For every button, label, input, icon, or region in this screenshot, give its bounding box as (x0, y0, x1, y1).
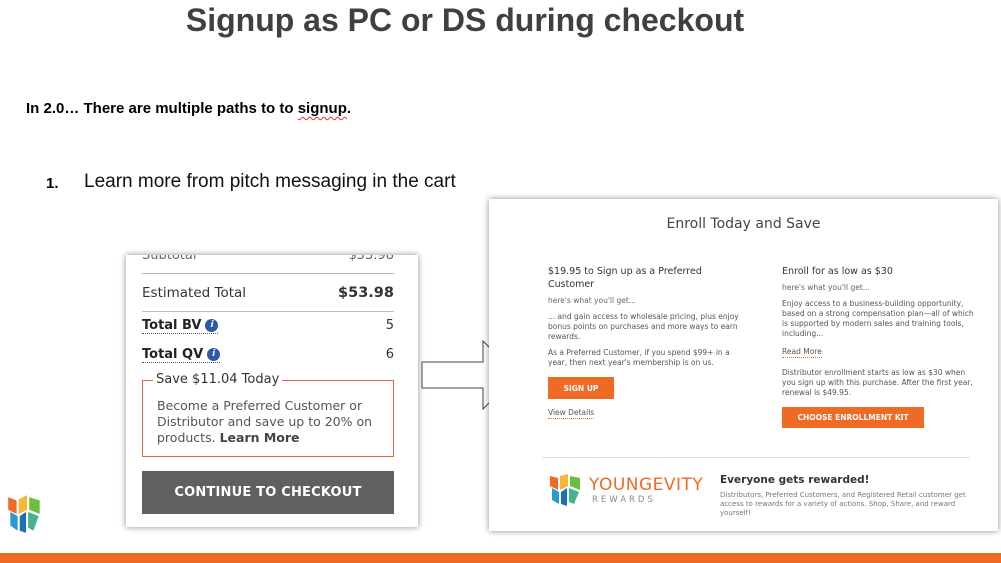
enroll-today-panel: Enroll Today and Save $19.95 to Sign up … (489, 199, 998, 531)
pc-heading: $19.95 to Sign up as a Preferred Custome… (548, 266, 702, 290)
slide-title: Signup as PC or DS during checkout (185, 2, 745, 38)
pc-membership-note: As a Preferred Customer, if you spend $9… (548, 348, 730, 367)
ds-enrollment-note: Distributor enrollment starts as low as … (782, 368, 973, 397)
spellcheck-word: signup (297, 100, 347, 117)
info-icon[interactable]: i (205, 319, 219, 332)
enroll-title: Enroll Today and Save (666, 216, 821, 232)
youngevity-logo-icon (550, 474, 580, 506)
intro-text: In 2.0… There are multiple paths to to s… (26, 100, 352, 117)
subtotal-label: Subtotal (142, 255, 197, 263)
youngevity-rewards-logo: YOUNGEVITY REWARDS (548, 472, 718, 512)
total-bv-row: Total BV i 5 (142, 318, 394, 334)
subtotal-value: $53.98 (348, 255, 395, 263)
logo-subtext: REWARDS (592, 495, 656, 505)
read-more-link[interactable]: Read More (782, 347, 822, 358)
total-qv-value: 6 (385, 347, 394, 362)
divider (142, 311, 394, 312)
total-bv-value: 5 (385, 318, 394, 333)
promo-title: Save $11.04 Today (153, 372, 283, 387)
total-qv-label[interactable]: Total QV i (142, 347, 221, 363)
subtotal-row: Subtotal $53.98 (142, 255, 394, 263)
estimated-total-row: Estimated Total $53.98 (142, 285, 394, 301)
estimated-total-value: $53.98 (338, 285, 394, 301)
footer-accent-bar (0, 553, 1001, 563)
pc-body: ... and gain access to wholesale pricing… (548, 312, 739, 341)
choose-enrollment-kit-button[interactable]: CHOOSE ENROLLMENT KIT (782, 407, 924, 428)
ds-body: Enjoy access to a business-building oppo… (782, 299, 974, 338)
ds-subheading: here's what you'll get... (782, 283, 870, 292)
pc-subheading: here's what you'll get... (548, 296, 636, 305)
promo-body: Become a Preferred Customer or Distribut… (157, 398, 373, 445)
divider (142, 273, 394, 274)
learn-more-link[interactable]: Learn More (220, 430, 300, 445)
divider (542, 457, 970, 458)
continue-to-checkout-button[interactable]: CONTINUE TO CHECKOUT (142, 471, 394, 514)
ds-heading: Enroll for as low as $30 (782, 266, 893, 277)
step-number: 1. (46, 175, 59, 192)
step-text: Learn more from pitch messaging in the c… (84, 171, 456, 192)
total-bv-label[interactable]: Total BV i (142, 318, 219, 334)
rewards-body: Distributors, Preferred Customers, and R… (720, 491, 966, 517)
view-details-link[interactable]: View Details (548, 408, 595, 419)
rewards-title: Everyone gets rewarded! (720, 474, 870, 486)
logo-wordmark: YOUNGEVITY (589, 475, 704, 495)
youngevity-logo-icon (8, 495, 40, 533)
savings-promo-box: Save $11.04 Today Become a Preferred Cus… (142, 372, 394, 457)
total-qv-row: Total QV i 6 (142, 347, 394, 363)
info-icon[interactable]: i (207, 348, 221, 361)
cart-summary-panel: Subtotal $53.98 Estimated Total $53.98 T… (126, 255, 418, 527)
estimated-total-label: Estimated Total (142, 285, 247, 301)
distributor-column: Enroll for as low as $30 here's what you… (782, 265, 977, 428)
sign-up-button[interactable]: SIGN UP (548, 377, 614, 399)
preferred-customer-column: $19.95 to Sign up as a Preferred Custome… (548, 265, 743, 419)
